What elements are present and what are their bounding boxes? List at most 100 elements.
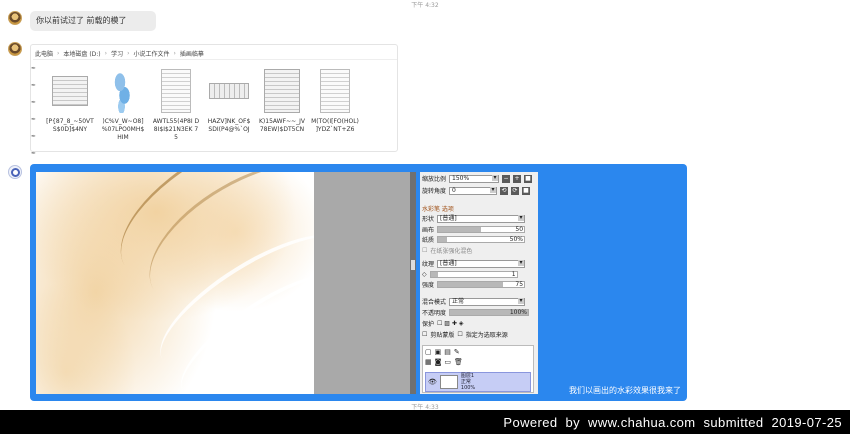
breadcrumb-item: 小说工作文件 xyxy=(133,51,170,58)
image-thumbnail xyxy=(209,67,249,115)
copy-layer-icon: ▣ xyxy=(434,348,442,356)
eye-icon: 👁 xyxy=(428,378,437,386)
user-avatar[interactable] xyxy=(8,11,22,25)
chevron-right-icon: › xyxy=(104,50,108,57)
lock-icon: ☐ ▨ ✚ ◈ xyxy=(437,320,464,327)
user-avatar[interactable] xyxy=(8,42,22,56)
file-window-screenshot[interactable]: 此电脑 › 本地磁盘 (D:) › 学习 › 小说工作文件 › 插画临摹 ✒ ✒… xyxy=(30,44,398,157)
protect-label: 保护 xyxy=(422,321,435,328)
flip-icon: ■ xyxy=(522,186,531,195)
plus-icon: + xyxy=(513,174,522,183)
rotate-left-icon: ⟲ xyxy=(500,186,509,195)
size-label: 画布 xyxy=(422,227,435,234)
size-slider: 50 xyxy=(437,226,526,233)
pin-icon: ✒ xyxy=(31,116,37,123)
footer-text: Powered by www.chahua.com submitted 2019… xyxy=(503,414,842,430)
texture-select: [普通] xyxy=(437,259,526,268)
image-thumbnail xyxy=(262,67,302,115)
watermark-footer: Powered by www.chahua.com submitted 2019… xyxy=(0,410,850,434)
file-thumbnails: [P{87_8_~50VT S$0D]$4NY )C%V_W~O8] %07LP… xyxy=(46,67,359,142)
file-name: AWTL55(4P8I D8I$I$21N3EK 75 xyxy=(152,118,200,141)
new-layer-icon: ▢ xyxy=(425,348,432,356)
brush-section-title: 水彩笔 选项 xyxy=(422,206,454,213)
file-item[interactable]: [P{87_8_~50VT S$0D]$4NY xyxy=(46,67,94,142)
breadcrumb: 此电脑 › 本地磁盘 (D:) › 学习 › 小说工作文件 › 插画临摹 xyxy=(33,48,397,60)
zoom-select: 150% xyxy=(449,174,500,183)
text-message-bubble[interactable]: 你以前试过了 前载的模了 xyxy=(30,11,156,31)
image-message[interactable]: 缩放比例 150% − + ■ 旋转角度 0 ⟲ ⟳ ■ 水彩笔 选项 形状 [… xyxy=(30,164,687,401)
timestamp-top: 下午 4:32 xyxy=(411,2,439,9)
opacity-label: 不透明度 xyxy=(422,310,447,317)
texture-label: 纹理 xyxy=(422,261,435,268)
image-thumbnail xyxy=(315,67,355,115)
pin-icon: ✒ xyxy=(31,133,37,140)
quick-access-pins: ✒ ✒ ✒ ✒ ✒ ✒ xyxy=(31,65,41,157)
layer-toolbar: ▢ ▣ ▤ ✎ xyxy=(425,348,460,356)
layer-panel: ▢ ▣ ▤ ✎ ▦ ◙ ▭ 🗑 👁 图层1 正常 100% xyxy=(422,345,534,393)
rotate-select: 0 xyxy=(449,186,498,195)
rotate-right-icon: ⟳ xyxy=(511,186,520,195)
breadcrumb-item: 学习 xyxy=(111,51,124,58)
mode-select: 正常 xyxy=(449,297,526,306)
ref-label: 指定为选取来源 xyxy=(465,332,508,339)
clear-icon: ▭ xyxy=(444,358,452,366)
file-name: HAZV]NK_OF$ SDI(P4@%`OJ xyxy=(207,118,251,133)
opacity-slider: 100% xyxy=(449,309,530,316)
density-label: 纸质 xyxy=(422,237,435,244)
file-item[interactable]: M(TO(I[FO(HOL) ]YDZ`NT+Z6 xyxy=(311,67,359,142)
shape-label: 形状 xyxy=(422,216,435,223)
bot-avatar[interactable] xyxy=(8,165,22,179)
merge-icon: ▦ xyxy=(425,358,432,366)
layer-opacity: 100% xyxy=(460,385,476,391)
folder-icon: ▤ xyxy=(444,348,451,356)
clip-label: 剪贴蒙版 xyxy=(430,332,455,339)
strength-label: 强度 xyxy=(422,282,435,289)
image-thumbnail xyxy=(50,67,90,115)
reset-icon: ■ xyxy=(524,174,533,183)
checkbox-icon: ☐ xyxy=(457,331,463,338)
file-item[interactable]: )C%V_W~O8] %07LPO0MH$ HIM xyxy=(100,67,146,142)
painting-canvas xyxy=(36,172,314,394)
file-name: [P{87_8_~50VT S$0D]$4NY xyxy=(46,118,94,133)
layer-thumbnail xyxy=(439,375,458,389)
file-item[interactable]: AWTL55(4P8I D8I$I$21N3EK 75 xyxy=(153,67,199,142)
file-name: M(TO(I[FO(HOL) ]YDZ`NT+Z6 xyxy=(311,118,359,133)
texture-amount-slider: 1 xyxy=(429,271,518,278)
file-name: K)15AWF~~_JV 78EW)$DT5CN xyxy=(259,118,305,133)
density-slider: 50% xyxy=(437,236,526,243)
breadcrumb-item: 插画临摹 xyxy=(179,51,204,58)
chevron-right-icon: › xyxy=(127,50,130,57)
image-caption: 我们以画出的水彩效果很我来了 xyxy=(569,386,681,395)
mode-label: 混合模式 xyxy=(422,299,447,306)
rotate-label: 旋转角度 xyxy=(422,188,447,195)
layer-row: 👁 图层1 正常 100% xyxy=(425,372,531,392)
mask-icon: ◙ xyxy=(434,358,442,366)
breadcrumb-item: 本地磁盘 (D:) xyxy=(63,51,101,58)
scale-icon: ◇ xyxy=(422,271,427,278)
image-thumbnail xyxy=(156,67,196,115)
shape-select: [普通] xyxy=(437,214,526,223)
pin-icon: ✒ xyxy=(31,65,37,72)
breadcrumb-item: 此电脑 xyxy=(35,51,54,58)
pin-icon: ✒ xyxy=(31,99,37,106)
file-item[interactable]: HAZV]NK_OF$ SDI(P4@%`OJ xyxy=(206,67,252,142)
pin-icon: ✒ xyxy=(31,150,37,157)
checkbox-icon: ☐ xyxy=(422,247,428,254)
file-item[interactable]: K)15AWF~~_JV 78EW)$DT5CN xyxy=(259,67,305,142)
trash-icon: 🗑 xyxy=(454,358,463,366)
pen-icon: ✎ xyxy=(453,348,460,356)
tool-panel: 缩放比例 150% − + ■ 旋转角度 0 ⟲ ⟳ ■ 水彩笔 选项 形状 [… xyxy=(420,172,538,394)
image-thumbnail xyxy=(103,67,143,115)
checkbox-icon: ☐ xyxy=(422,331,428,338)
blend-checkbox-label: 在纸张强化混色 xyxy=(430,248,473,255)
canvas-background xyxy=(314,172,412,394)
zoom-label: 缩放比例 xyxy=(422,176,447,183)
minus-icon: − xyxy=(502,174,511,183)
pin-icon: ✒ xyxy=(31,82,37,89)
layer-toolbar-2: ▦ ◙ ▭ 🗑 xyxy=(425,358,463,366)
chevron-right-icon: › xyxy=(173,50,176,57)
file-name: )C%V_W~O8] %07LPO0MH$ HIM xyxy=(101,118,145,141)
scrollbar xyxy=(410,172,416,394)
chevron-right-icon: › xyxy=(57,50,60,57)
strength-slider: 75 xyxy=(437,281,526,288)
